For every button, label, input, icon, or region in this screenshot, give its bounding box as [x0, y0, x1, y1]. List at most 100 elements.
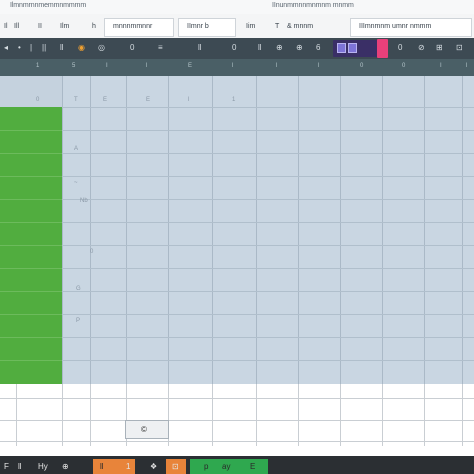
- grid-line: [212, 384, 213, 446]
- format-icon[interactable]: 6: [316, 43, 320, 53]
- grid-line: [462, 384, 463, 446]
- sheet-label[interactable]: 1: [126, 462, 130, 471]
- column-header[interactable]: l: [146, 63, 147, 69]
- grid-line: [62, 314, 474, 315]
- sheet-icon[interactable]: ⊡: [172, 462, 179, 471]
- wrap-icon[interactable]: ll: [198, 43, 202, 53]
- grid-line: [256, 384, 257, 446]
- grid-line: [62, 199, 474, 200]
- sheet-icon[interactable]: ❖: [150, 462, 157, 471]
- sheet-label[interactable]: E: [250, 462, 255, 471]
- add-sheet-icon[interactable]: ⊕: [62, 462, 69, 471]
- grid-line: [0, 398, 474, 399]
- divider-icon: |: [30, 43, 33, 52]
- cell-text: ~: [74, 180, 78, 186]
- grid-line: [382, 384, 383, 446]
- menu-item[interactable]: II: [38, 23, 42, 30]
- column-header[interactable]: E: [188, 63, 192, 69]
- cell-text: 0: [36, 97, 40, 103]
- formatting-toolbar: ◂ • | || ll ◉ ◎ 0 ≡ ll 0 ll ⊕ ⊕ 6 0 ⊘ ⊞ …: [0, 38, 474, 59]
- column-header[interactable]: 1: [36, 63, 39, 69]
- column-header[interactable]: I: [440, 63, 442, 69]
- grid-line: [0, 420, 474, 421]
- filter-icon[interactable]: 0: [398, 43, 402, 53]
- column-header[interactable]: 0: [402, 63, 405, 69]
- menu-item[interactable]: T: [275, 23, 279, 30]
- grid-line: [62, 245, 474, 246]
- grid-line: [62, 360, 474, 361]
- cell-text: 1: [232, 97, 236, 103]
- column-header[interactable]: l: [232, 63, 233, 69]
- menu-item[interactable]: Iim: [246, 23, 255, 30]
- menu-item[interactable]: Il: [4, 23, 8, 30]
- menu-item[interactable]: & mnnm: [287, 23, 313, 30]
- cell-text: T: [74, 97, 78, 103]
- column-header[interactable]: I: [106, 63, 108, 69]
- window-subtitle: IInunmmnnmnmnm mnmm: [272, 2, 354, 9]
- column-header[interactable]: 5: [72, 63, 75, 69]
- grid-line: [62, 268, 474, 269]
- grid-line: [0, 268, 62, 269]
- merge-icon[interactable]: 0: [232, 43, 236, 53]
- chart-icon[interactable]: ⊡: [456, 43, 463, 53]
- window-title: Ilmnmrnnmemmnmmmm: [10, 2, 87, 9]
- unselected-grid[interactable]: [0, 384, 474, 446]
- cell-text: G: [76, 286, 81, 292]
- column-header[interactable]: l: [318, 63, 319, 69]
- back-icon[interactable]: ◂: [4, 43, 8, 53]
- grid-line: [340, 384, 341, 446]
- sheet-label[interactable]: ay: [222, 462, 230, 471]
- menu-item[interactable]: h: [92, 23, 96, 30]
- insert-icon[interactable]: ⊕: [276, 43, 283, 53]
- grid-line: [0, 153, 62, 154]
- column-header-bar: 1 5 I l E l l l 0 0 I l: [0, 59, 474, 76]
- highlight-icon[interactable]: [377, 39, 388, 58]
- font-size-box[interactable]: IImnr b: [178, 18, 236, 37]
- grid-line: [0, 314, 62, 315]
- cell-text: 0: [90, 249, 94, 255]
- grid-line: [0, 441, 474, 442]
- dot-icon[interactable]: •: [18, 43, 21, 53]
- number-format-icon[interactable]: 0: [130, 43, 134, 53]
- cell-text: P: [76, 318, 81, 324]
- grid-line: [62, 384, 63, 446]
- grid-line: [62, 222, 474, 223]
- grid-line: [424, 384, 425, 446]
- zoom-control[interactable]: ©: [125, 420, 169, 439]
- title-bar: Ilmnmrnnmemmnmmmm IInunmmnnmnmnm mnmm: [0, 0, 474, 14]
- header-row-cell[interactable]: [0, 76, 62, 107]
- grid-line: [62, 291, 474, 292]
- border-icon[interactable]: ◎: [98, 43, 105, 53]
- sheet-label[interactable]: ll: [100, 462, 104, 471]
- menu-item[interactable]: Ilm: [60, 23, 69, 30]
- cell-text: A: [74, 146, 79, 152]
- nav-icon[interactable]: ll: [18, 462, 22, 471]
- grid-line: [298, 384, 299, 446]
- bold-icon[interactable]: ||: [42, 43, 46, 53]
- column-header[interactable]: 0: [360, 63, 363, 69]
- cell-text: l: [188, 97, 190, 103]
- sort-icon[interactable]: ll: [258, 43, 262, 53]
- sheet-label[interactable]: Hy: [38, 462, 48, 471]
- table-icon[interactable]: ⊞: [436, 43, 443, 53]
- grid-line: [62, 130, 474, 131]
- find-icon[interactable]: ⊘: [418, 43, 425, 53]
- column-header[interactable]: l: [466, 63, 467, 69]
- cell-text: E: [146, 97, 151, 103]
- italic-icon[interactable]: ll: [60, 43, 64, 53]
- grid-line: [62, 107, 474, 108]
- nav-icon[interactable]: F: [4, 462, 9, 471]
- style-swatch-icon[interactable]: [348, 43, 357, 53]
- zoom-label: ©: [141, 425, 147, 434]
- search-box[interactable]: IIImnmnm umnr nmmm: [350, 18, 472, 37]
- align-icon[interactable]: ≡: [158, 43, 163, 53]
- style-swatch-icon[interactable]: [337, 43, 346, 53]
- delete-icon[interactable]: ⊕: [296, 43, 303, 53]
- grid-line: [62, 153, 474, 154]
- sheet-label[interactable]: p: [204, 462, 208, 471]
- fill-color-icon[interactable]: ◉: [78, 43, 85, 53]
- column-header[interactable]: l: [276, 63, 277, 69]
- menu-item[interactable]: Ill: [14, 23, 19, 30]
- grid-line: [16, 384, 17, 446]
- font-name-box[interactable]: mnnnmmnnr: [104, 18, 174, 37]
